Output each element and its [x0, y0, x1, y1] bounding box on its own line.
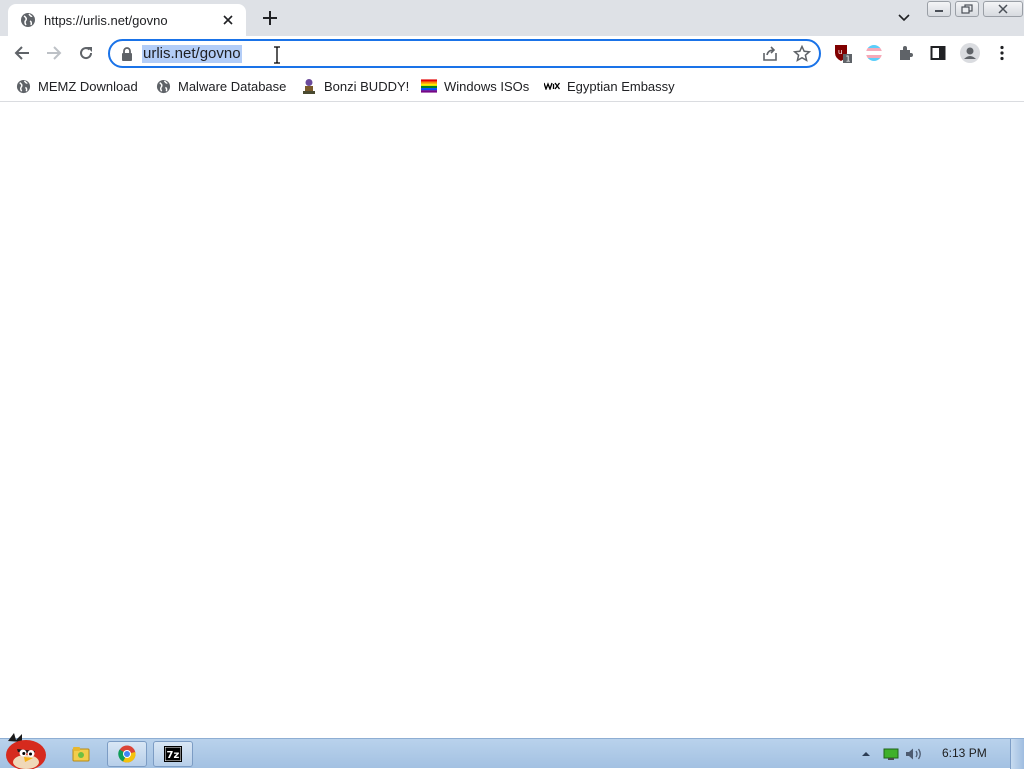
chrome-icon[interactable] [107, 741, 147, 767]
page-content[interactable] [0, 103, 1024, 738]
kebab-menu-icon[interactable] [992, 43, 1012, 63]
url-text[interactable]: urlis.net/govno [142, 45, 242, 63]
bookmark-windows-isos[interactable]: Windows ISOs [421, 77, 529, 95]
volume-icon[interactable] [905, 746, 923, 762]
close-window-button[interactable] [983, 1, 1023, 17]
reload-icon [80, 47, 93, 60]
close-icon[interactable] [220, 12, 236, 28]
window-controls [927, 1, 1024, 17]
ublock-icon[interactable]: u1 [833, 43, 853, 63]
back-button[interactable] [9, 40, 35, 66]
bookmark-label: MEMZ Download [38, 78, 138, 94]
rainbow-flag-icon [421, 78, 437, 94]
globe-icon [15, 78, 31, 94]
arrow-right-icon [47, 46, 62, 60]
7zip-icon[interactable]: 7z [153, 741, 193, 767]
text-cursor-icon [274, 46, 280, 64]
globe-icon [21, 13, 35, 27]
bookmark-label: Malware Database [178, 78, 287, 94]
tab-search-button[interactable] [894, 8, 914, 28]
close-icon [998, 4, 1008, 14]
lock-icon[interactable] [120, 46, 134, 62]
forward-button[interactable] [41, 40, 67, 66]
bonzi-icon [301, 78, 317, 94]
bookmark-bonzi-buddy[interactable]: Bonzi BUDDY! [301, 77, 409, 95]
address-bar[interactable]: urlis.net/govno [108, 39, 821, 68]
arrow-left-icon [14, 46, 29, 60]
share-icon[interactable] [761, 45, 779, 63]
new-tab-button[interactable] [258, 6, 282, 30]
svg-text:1: 1 [846, 55, 851, 64]
restore-button[interactable] [955, 1, 979, 17]
tab-strip: https://urlis.net/govno [0, 0, 1024, 36]
toolbar: urlis.net/govno u1 [0, 36, 1024, 70]
globe-icon [155, 78, 171, 94]
bookmarks-bar: MEMZ Download Malware Database Bonzi BUD… [0, 70, 1024, 102]
bookmark-memz-download[interactable]: MEMZ Download [15, 77, 138, 95]
svg-text:7z: 7z [167, 750, 180, 761]
browser-tab[interactable]: https://urlis.net/govno [8, 4, 246, 36]
tab-title: https://urlis.net/govno [44, 12, 168, 28]
bookmark-label: Bonzi BUDDY! [324, 78, 410, 94]
bookmark-star-icon[interactable] [793, 45, 811, 63]
puzzle-icon[interactable] [896, 43, 916, 63]
explorer-icon[interactable] [61, 741, 101, 767]
taskbar-clock[interactable]: 6:13 PM [942, 746, 987, 760]
wix-icon [544, 78, 560, 94]
bookmark-label: Windows ISOs [444, 78, 530, 94]
minimize-icon [935, 10, 943, 12]
angry-bird-start-icon[interactable] [0, 731, 52, 770]
show-hidden-icons[interactable] [860, 746, 872, 762]
trans-flag-icon[interactable] [864, 43, 884, 63]
reload-button[interactable] [73, 40, 99, 66]
minimize-button[interactable] [927, 1, 951, 17]
bookmark-egyptian-embassy[interactable]: Egyptian Embassy [544, 77, 675, 95]
restore-icon [961, 4, 973, 14]
side-panel-icon[interactable] [928, 43, 948, 63]
bookmark-label: Egyptian Embassy [567, 78, 675, 94]
chevron-down-icon [898, 14, 910, 22]
profile-icon[interactable] [960, 43, 980, 63]
network-icon[interactable] [882, 746, 900, 762]
plus-icon [263, 11, 277, 25]
show-desktop-button[interactable] [1010, 739, 1024, 769]
taskbar: 7z 6:13 PM [0, 733, 1024, 770]
svg-text:u: u [838, 48, 842, 56]
bookmark-malware-database[interactable]: Malware Database [155, 77, 286, 95]
